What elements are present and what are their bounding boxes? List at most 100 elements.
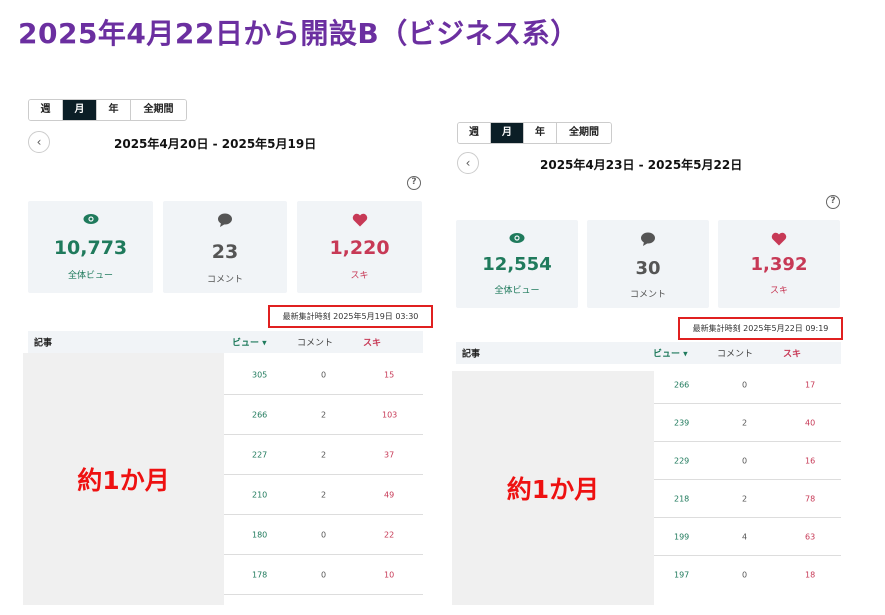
row-views: 218 (674, 494, 690, 503)
row-comments: 0 (742, 380, 748, 389)
row-views: 229 (674, 456, 690, 465)
previous-period-button[interactable]: ‹ (28, 131, 50, 153)
table-row[interactable]: 227 2 37 (224, 435, 423, 475)
row-views: 210 (252, 490, 268, 499)
row-likes: 22 (384, 530, 395, 539)
header-views[interactable]: ビュー ▾ (232, 336, 267, 349)
tab-week[interactable]: 週 (29, 100, 63, 120)
table-row[interactable]: 239 2 40 (654, 404, 841, 442)
row-views: 227 (252, 450, 268, 459)
previous-period-button[interactable]: ‹ (457, 152, 479, 174)
period-tabs: 週 月 年 全期間 (457, 122, 612, 144)
row-likes: 18 (805, 570, 816, 580)
row-comments: 4 (742, 532, 748, 541)
row-likes: 40 (805, 418, 816, 427)
row-likes: 103 (382, 410, 398, 419)
table-row[interactable]: 266 2 103 (224, 395, 423, 435)
row-likes: 15 (384, 370, 395, 379)
last-aggregated-time: 最新集計時刻 2025年5月19日 03:30 (268, 305, 433, 328)
tab-year[interactable]: 年 (524, 123, 557, 143)
row-likes: 17 (805, 380, 816, 389)
table-row[interactable]: 266 0 17 (654, 366, 841, 404)
row-likes: 63 (805, 532, 816, 541)
header-likes: スキ (363, 338, 382, 349)
row-comments: 0 (742, 456, 748, 465)
row-likes: 78 (805, 494, 816, 503)
row-views: 266 (674, 380, 690, 389)
overlay-label: 約1か月 (506, 475, 600, 504)
header-likes: スキ (783, 349, 802, 360)
row-likes: 37 (384, 450, 395, 459)
comment-icon (163, 213, 287, 227)
eye-icon (28, 213, 153, 227)
row-comments: 2 (321, 490, 327, 499)
row-comments: 2 (742, 494, 748, 503)
row-views: 180 (252, 530, 268, 539)
row-views: 239 (674, 418, 690, 427)
row-likes: 49 (384, 490, 395, 499)
header-views[interactable]: ビュー ▾ (653, 347, 688, 360)
table-row[interactable]: 180 0 22 (224, 515, 423, 555)
likes-total: 1,220 (329, 237, 390, 259)
header-article: 記事 (462, 349, 481, 360)
stat-card-likes: 1,392 スキ (718, 220, 840, 308)
row-comments: 2 (321, 410, 327, 419)
tab-week[interactable]: 週 (458, 123, 491, 143)
row-views: 178 (252, 570, 268, 579)
comments-total: 23 (211, 241, 239, 263)
date-range: 2025年4月20日 - 2025年5月19日 (114, 137, 317, 151)
tab-all-time[interactable]: 全期間 (131, 100, 186, 120)
row-views: 197 (674, 570, 690, 580)
heart-icon (297, 213, 422, 227)
table-header: 記事 ビュー ▾ コメント スキ (28, 331, 423, 353)
heart-icon (718, 232, 840, 246)
table-row[interactable]: 199 4 63 (654, 518, 841, 556)
help-icon[interactable]: ? (826, 195, 840, 209)
stat-card-likes: 1,220 スキ (297, 201, 422, 293)
table-row[interactable]: 218 2 78 (654, 480, 841, 518)
header-comments: コメント (297, 338, 334, 349)
row-comments: 0 (742, 570, 748, 580)
redacted-article-titles: 約1か月 (23, 353, 224, 605)
likes-total: 1,392 (750, 254, 808, 275)
row-likes: 16 (805, 456, 816, 465)
stat-card-views: 10,773 全体ビュー (28, 201, 153, 293)
stat-card-comments: 23 コメント (163, 201, 287, 293)
stat-card-views: 12,554 全体ビュー (456, 220, 578, 308)
table-row[interactable]: 178 0 10 (224, 555, 423, 595)
last-aggregated-time: 最新集計時刻 2025年5月22日 09:19 (678, 317, 843, 340)
row-comments: 0 (321, 530, 327, 539)
overlay-label: 約1か月 (77, 466, 170, 495)
views-total: 10,773 (53, 237, 128, 259)
tab-month[interactable]: 月 (491, 123, 524, 143)
date-range: 2025年4月23日 - 2025年5月22日 (540, 158, 743, 172)
eye-icon (456, 232, 578, 246)
table-row[interactable]: 305 0 15 (224, 355, 423, 395)
comments-label: コメント (629, 290, 666, 300)
views-label: 全体ビュー (494, 286, 540, 296)
tab-year[interactable]: 年 (97, 100, 131, 120)
stat-card-comments: 30 コメント (587, 220, 709, 308)
views-total: 12,554 (482, 254, 552, 275)
row-views: 199 (674, 532, 690, 541)
row-comments: 2 (321, 450, 327, 459)
table-row[interactable]: 210 2 49 (224, 475, 423, 515)
chevron-left-icon: ‹ (36, 135, 42, 149)
comments-total: 30 (635, 258, 661, 279)
comments-label: コメント (206, 275, 243, 285)
likes-label: スキ (769, 286, 788, 296)
page-title: 2025年4月22日から開設B（ビジネス系） (18, 17, 579, 50)
table-row[interactable]: 229 0 16 (654, 442, 841, 480)
row-likes: 10 (384, 570, 395, 579)
header-article: 記事 (34, 338, 53, 349)
row-comments: 0 (321, 370, 327, 379)
table-header: 記事 ビュー ▾ コメント スキ (456, 342, 841, 364)
period-tabs: 週 月 年 全期間 (28, 99, 187, 121)
help-icon[interactable]: ? (407, 176, 421, 190)
row-views: 305 (252, 370, 268, 379)
table-row[interactable]: 197 0 18 (654, 556, 841, 594)
views-label: 全体ビュー (67, 271, 113, 281)
tab-all-time[interactable]: 全期間 (557, 123, 611, 143)
tab-month[interactable]: 月 (63, 100, 97, 120)
header-comments: コメント (717, 349, 754, 360)
